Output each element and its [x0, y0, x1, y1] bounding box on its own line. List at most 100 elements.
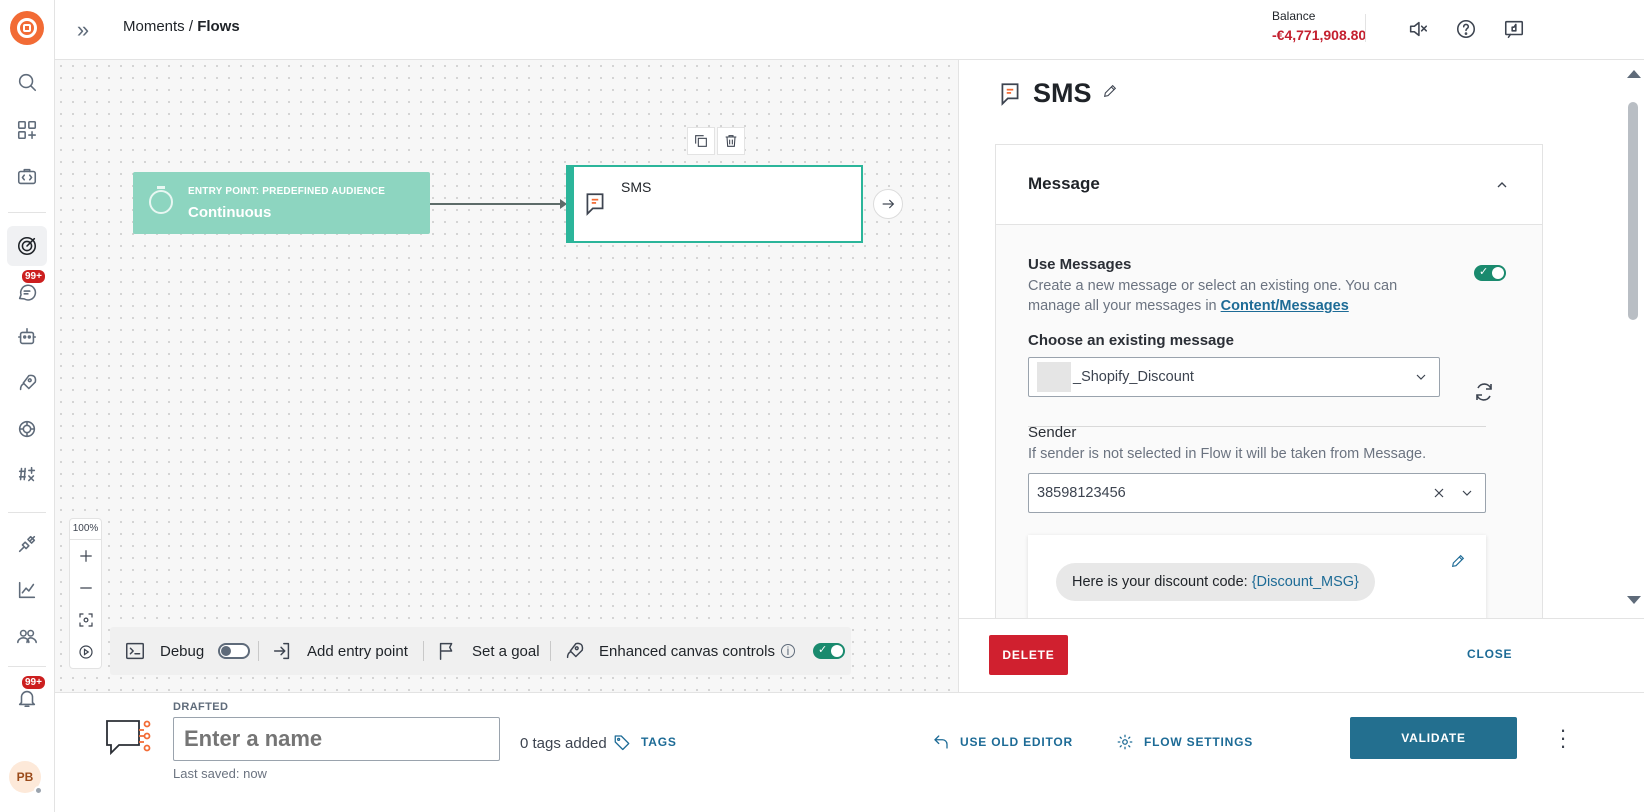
brand-logo[interactable]: [10, 11, 44, 45]
refresh-icon[interactable]: [1472, 380, 1496, 409]
duplicate-node-button[interactable]: [687, 127, 715, 155]
debug-label: Debug: [160, 642, 205, 660]
edit-message-pencil-icon[interactable]: [1450, 553, 1466, 574]
help-icon[interactable]: [1452, 15, 1480, 43]
add-entry-point-label: Add entry point: [307, 642, 408, 660]
top-bar: » Moments / Flows Balance -€4,771,908.80: [55, 0, 1644, 60]
message-bubble: Here is your discount code: {Discount_MS…: [1056, 563, 1375, 601]
delete-step-button[interactable]: DELETE: [989, 635, 1068, 675]
enter-icon: [273, 642, 290, 660]
arrow-right-icon: [882, 199, 895, 209]
trash-icon: [725, 135, 737, 147]
feedback-icon[interactable]: [1500, 15, 1528, 43]
debug-toggle[interactable]: [218, 643, 251, 659]
enhanced-canvas-group[interactable]: Enhanced canvas controls i ✓: [563, 627, 845, 675]
zoom-out-button[interactable]: [70, 572, 101, 604]
user-avatar[interactable]: PB: [9, 761, 43, 795]
add-entry-point-button[interactable]: Add entry point: [271, 627, 408, 675]
canvas-toolbar: Debug Add entry point Set a goal Enhance…: [110, 627, 851, 675]
enhanced-canvas-label: Enhanced canvas controls: [599, 642, 775, 660]
validate-button[interactable]: VALIDATE: [1350, 717, 1517, 759]
toolbar-divider: [258, 641, 259, 661]
message-variable: {Discount_MSG}: [1251, 574, 1359, 590]
left-nav-rail: 99+ 99+ PB: [0, 0, 55, 812]
clear-x-icon[interactable]: [1431, 485, 1447, 505]
message-select[interactable]: _Shopify_Discount: [1028, 357, 1440, 397]
sound-muted-icon[interactable]: [1404, 15, 1432, 43]
moments-target-icon[interactable]: [7, 226, 47, 266]
notifications-badge: 99+: [22, 676, 45, 689]
developer-tools-icon[interactable]: [13, 163, 41, 191]
avatar-initials: PB: [16, 770, 34, 784]
sender-select[interactable]: 38598123456: [1028, 473, 1486, 513]
play-simulation-button[interactable]: [70, 636, 101, 668]
chevron-up-icon[interactable]: [1494, 177, 1510, 198]
scroll-up-arrow-icon[interactable]: [1627, 70, 1641, 78]
bot-icon[interactable]: [13, 323, 41, 351]
entry-point-node[interactable]: ENTRY POINT: PREDEFINED AUDIENCE Continu…: [133, 172, 430, 234]
chevron-down-icon[interactable]: [1413, 369, 1429, 389]
use-old-editor-button[interactable]: USE OLD EDITOR: [932, 733, 1073, 751]
flow-settings-label: FLOW SETTINGS: [1144, 735, 1254, 749]
sms-node[interactable]: SMS: [566, 165, 863, 243]
balance-display: Balance -€4,771,908.80: [1272, 9, 1366, 43]
last-saved-text: Last saved: now: [173, 766, 267, 781]
panel-header: SMS: [997, 78, 1118, 109]
info-icon[interactable]: i: [780, 644, 795, 658]
more-options-kebab-icon[interactable]: · · ·: [1558, 719, 1568, 757]
rename-pencil-icon[interactable]: [1102, 83, 1118, 104]
copy-icon: [695, 135, 707, 147]
rail-divider: [8, 212, 46, 213]
topbar-divider: [1365, 14, 1366, 42]
sender-select-value: 38598123456: [1037, 485, 1126, 501]
integrations-icon[interactable]: [13, 530, 41, 558]
scroll-down-arrow-icon[interactable]: [1627, 596, 1641, 604]
search-icon[interactable]: [13, 68, 41, 96]
add-next-step-button[interactable]: [873, 189, 903, 219]
tags-hash-icon[interactable]: [13, 461, 41, 489]
flow-settings-button[interactable]: FLOW SETTINGS: [1116, 733, 1253, 751]
fit-to-screen-button[interactable]: [70, 604, 101, 636]
conversations-badge: 99+: [22, 270, 45, 283]
entry-node-title: Continuous: [188, 204, 272, 221]
content-messages-link[interactable]: Content/Messages: [1221, 298, 1349, 314]
analytics-chart-icon[interactable]: [13, 576, 41, 604]
flow-name-input[interactable]: [173, 717, 500, 761]
expand-nav-chevrons-icon[interactable]: »: [69, 16, 97, 44]
tag-icon: [614, 735, 630, 751]
focus-icon: [78, 613, 93, 627]
node-connector-arrow: [430, 199, 567, 209]
message-text: Here is your discount code:: [1072, 574, 1248, 590]
flag-icon: [439, 642, 453, 660]
scrollbar-thumb[interactable]: [1628, 102, 1638, 320]
enhanced-canvas-toggle[interactable]: ✓: [812, 643, 845, 659]
use-messages-description: Create a new message or select an existi…: [1028, 276, 1438, 316]
people-icon[interactable]: [13, 622, 41, 650]
sms-message-icon: [1001, 82, 1019, 106]
delete-node-button[interactable]: [717, 127, 745, 155]
zoom-in-button[interactable]: [70, 540, 101, 572]
message-section-header[interactable]: Message: [996, 145, 1542, 225]
campaigns-rocket-icon[interactable]: [13, 369, 41, 397]
panel-scrollbar[interactable]: [1622, 60, 1644, 618]
ai-knot-icon[interactable]: [13, 415, 41, 443]
close-panel-button[interactable]: CLOSE: [1467, 647, 1512, 661]
flow-footer-bar: DRAFTED Last saved: now 0 tags added TAG…: [55, 692, 1644, 812]
plus-icon: [79, 550, 92, 562]
tags-button[interactable]: TAGS: [613, 733, 677, 751]
gear-icon: [1117, 734, 1133, 750]
panel-title: SMS: [1033, 78, 1092, 108]
minus-icon: [79, 587, 92, 589]
message-section-body: Use Messages ✓ Create a new message or s…: [996, 225, 1542, 663]
apps-add-icon[interactable]: [13, 116, 41, 144]
chevron-down-icon[interactable]: [1459, 485, 1475, 505]
balance-value: -€4,771,908.80: [1272, 27, 1367, 43]
flow-canvas[interactable]: ENTRY POINT: PREDEFINED AUDIENCE Continu…: [55, 60, 958, 692]
sender-description: If sender is not selected in Flow it wil…: [1028, 446, 1427, 462]
use-messages-toggle[interactable]: ✓: [1474, 265, 1506, 281]
set-goal-button[interactable]: Set a goal: [436, 627, 540, 675]
step-settings-panel: SMS Message Use Messages ✓ Create a new …: [958, 60, 1644, 692]
debug-toggle-group[interactable]: Debug: [124, 627, 251, 675]
breadcrumb-parent[interactable]: Moments /: [123, 18, 197, 35]
message-select-value: _Shopify_Discount: [1073, 369, 1194, 385]
